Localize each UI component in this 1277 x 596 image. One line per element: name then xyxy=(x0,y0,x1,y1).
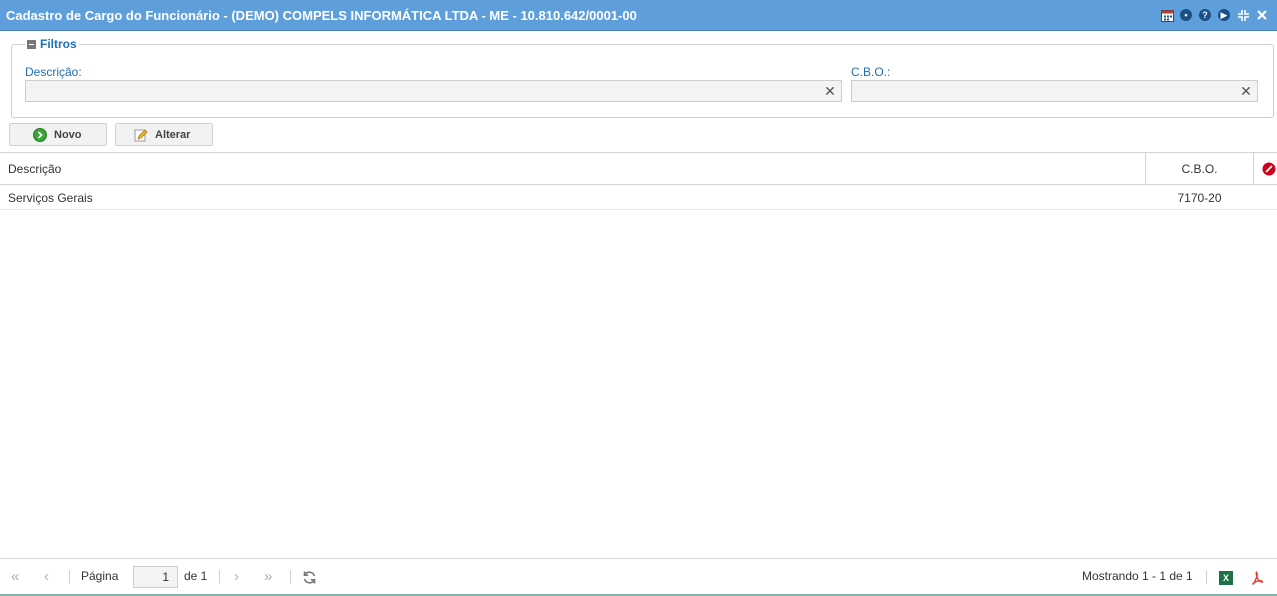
page-total-label: de 1 xyxy=(184,569,208,583)
window-titlebar: Cadastro de Cargo do Funcionário - (DEMO… xyxy=(0,0,1277,31)
filters-legend-label: Filtros xyxy=(40,37,77,51)
filters-panel: Filtros xyxy=(11,37,1274,118)
pager-divider xyxy=(219,570,220,584)
window-title: Cadastro de Cargo do Funcionário - (DEMO… xyxy=(6,8,637,23)
descricao-filter-input[interactable] xyxy=(26,81,817,101)
descricao-filter-field: ✕ xyxy=(25,80,842,102)
table-row[interactable]: Serviços Gerais 7170-20 xyxy=(0,185,1277,210)
collapse-minus-icon[interactable] xyxy=(27,39,36,49)
results-count: Mostrando 1 - 1 de 1 xyxy=(1082,569,1193,583)
clear-cbo-icon[interactable]: ✕ xyxy=(1235,81,1257,101)
cell-cbo: 7170-20 xyxy=(1177,191,1222,205)
pager-divider xyxy=(69,570,70,584)
descricao-filter-label: Descrição: xyxy=(25,65,82,79)
clear-filter-icon[interactable] xyxy=(1262,162,1276,179)
column-divider xyxy=(1253,153,1254,184)
cell-descricao: Serviços Gerais xyxy=(8,191,93,205)
pagina-label: Página xyxy=(81,569,119,583)
last-page-icon[interactable]: » xyxy=(264,569,272,584)
play-icon[interactable]: ▶ xyxy=(1217,8,1231,22)
window-tools: • ? ▶ xyxy=(1160,8,1269,22)
export-pdf-icon[interactable] xyxy=(1250,571,1264,585)
collapse-icon[interactable] xyxy=(1236,8,1250,22)
export-excel-icon[interactable]: X xyxy=(1219,571,1233,585)
page-number-input[interactable]: 1 xyxy=(133,566,178,588)
next-page-icon[interactable]: › xyxy=(234,569,239,584)
column-header-cbo[interactable]: C.B.O. xyxy=(1146,162,1253,176)
novo-button-label: Novo xyxy=(54,128,82,141)
filters-legend[interactable]: Filtros xyxy=(25,37,79,51)
previous-page-icon[interactable]: ‹ xyxy=(44,569,49,584)
add-icon xyxy=(32,127,48,143)
calendar-icon[interactable] xyxy=(1160,8,1174,22)
first-page-icon[interactable]: « xyxy=(11,569,19,584)
column-header-descricao[interactable]: Descrição xyxy=(8,162,61,176)
novo-button[interactable]: Novo xyxy=(9,123,107,146)
close-icon[interactable] xyxy=(1255,8,1269,22)
chat-icon[interactable]: • xyxy=(1179,8,1193,22)
pagination-bar: « ‹ Página 1 de 1 › » Mostrando 1 - 1 de… xyxy=(0,558,1277,596)
alterar-button[interactable]: Alterar xyxy=(115,123,213,146)
help-icon[interactable]: ? xyxy=(1198,8,1212,22)
edit-icon xyxy=(133,127,149,143)
refresh-icon[interactable] xyxy=(302,570,317,588)
alterar-button-label: Alterar xyxy=(155,128,191,141)
pager-divider xyxy=(1206,570,1207,584)
grid-header: Descrição C.B.O. xyxy=(0,152,1277,185)
cbo-filter-input[interactable] xyxy=(852,81,1233,101)
clear-descricao-icon[interactable]: ✕ xyxy=(819,81,841,101)
pager-divider xyxy=(290,570,291,584)
cbo-filter-label: C.B.O.: xyxy=(851,65,891,79)
cbo-filter-field: ✕ xyxy=(851,80,1258,102)
